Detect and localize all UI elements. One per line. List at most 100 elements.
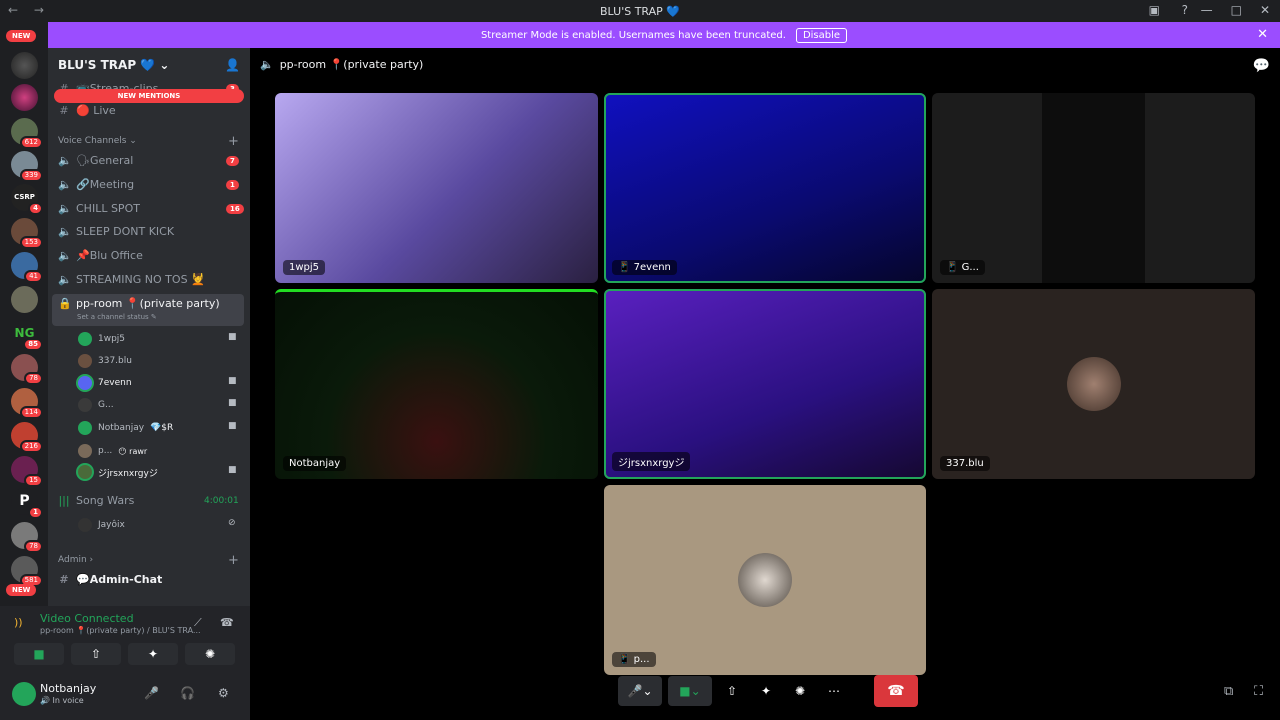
video-tile[interactable]: ジjrsxnxrgyジ bbox=[604, 289, 926, 479]
server-icon[interactable] bbox=[11, 52, 38, 79]
channel-song-wars[interactable]: ||| Song Wars bbox=[58, 494, 134, 507]
server-icon[interactable]: 114 bbox=[11, 388, 43, 419]
channel-sleep-dont-kick[interactable]: 🔈 SLEEP DONT KICK bbox=[58, 225, 174, 238]
soundboard-button[interactable]: ✺ bbox=[185, 643, 235, 665]
popout-icon[interactable]: ⧉ bbox=[1224, 684, 1233, 699]
category-voice-channels[interactable]: Voice Channels ⌄ bbox=[58, 136, 137, 146]
microphone-icon[interactable]: 🎤 bbox=[144, 686, 159, 700]
help-icon[interactable]: ? bbox=[1182, 3, 1188, 17]
new-pill-bottom[interactable]: NEW bbox=[6, 584, 37, 596]
server-icon[interactable]: 41 bbox=[11, 252, 43, 283]
disconnect-button[interactable]: ☎ bbox=[874, 675, 918, 707]
streamer-mode-banner: Streamer Mode is enabled. Usernames have… bbox=[48, 22, 1280, 48]
disconnect-icon[interactable]: ☎ bbox=[220, 616, 234, 629]
voice-user[interactable]: ジjrsxnxrgyジ bbox=[78, 465, 158, 479]
user-avatar bbox=[1066, 357, 1121, 411]
maximize-icon[interactable]: □ bbox=[1231, 3, 1242, 17]
new-mentions-pill[interactable]: NEW MENTIONS bbox=[54, 89, 244, 103]
channel-streaming-no-tos[interactable]: 🔈 STREAMING NO TOS 💆 bbox=[58, 273, 205, 286]
voice-user[interactable]: Notbanjay 💎$R bbox=[78, 421, 173, 435]
server-icon[interactable]: NG 85 bbox=[11, 320, 43, 351]
channel-admin-chat[interactable]: # 💬Admin-Chat bbox=[58, 573, 162, 586]
channel-chill-spot[interactable]: 🔈 CHILL SPOT 16 bbox=[58, 202, 244, 215]
add-channel-icon[interactable]: + bbox=[228, 553, 239, 568]
username: ジjrsxnxrgyジ bbox=[98, 468, 158, 479]
screen-share-icon[interactable]: ⇧ bbox=[718, 676, 746, 706]
hash-icon: # bbox=[59, 104, 69, 117]
channel-label: Song Wars bbox=[76, 494, 135, 507]
title-bar: ← → BLU'S TRAP 💙 ▣ ? — □ ✕ bbox=[0, 0, 1280, 22]
voice-user[interactable]: Jayôix bbox=[78, 518, 125, 532]
video-tile[interactable]: 📱 G... bbox=[932, 93, 1255, 283]
muted-icon: ⊘ bbox=[228, 518, 236, 528]
channel-pp-room[interactable]: 🔒 pp-room 📍(private party) bbox=[58, 297, 220, 310]
voice-connected-label[interactable]: Video Connected bbox=[40, 612, 134, 625]
minimize-icon[interactable]: — bbox=[1201, 3, 1213, 17]
channel-label: 💬Admin-Chat bbox=[76, 573, 163, 586]
voice-connected-channel[interactable]: pp-room 📍(private party) / BLU'S TRA... bbox=[40, 626, 201, 635]
server-icon[interactable]: 339 bbox=[11, 151, 43, 182]
soundboard-icon[interactable]: ✺ bbox=[786, 676, 814, 706]
add-channel-icon[interactable]: + bbox=[228, 134, 239, 149]
user-avatar[interactable] bbox=[12, 682, 36, 706]
video-tile[interactable]: Notbanjay bbox=[275, 289, 598, 479]
headset-icon[interactable]: 🎧 bbox=[180, 686, 195, 700]
channel-status[interactable]: Set a channel status ✎ bbox=[77, 313, 157, 321]
add-friend-icon[interactable]: 👤 bbox=[225, 58, 240, 72]
username: 337.blu bbox=[98, 356, 132, 366]
voice-user[interactable]: p... 😶 rawr bbox=[78, 444, 147, 458]
voice-user[interactable]: 1wpj5 bbox=[78, 332, 125, 346]
category-admin[interactable]: Admin › bbox=[58, 555, 93, 565]
server-icon[interactable]: P1 bbox=[11, 488, 43, 519]
chat-icon[interactable]: 💬 bbox=[1253, 58, 1270, 74]
video-tile[interactable]: 📱 7evenn bbox=[604, 93, 926, 283]
close-window-icon[interactable]: ✕ bbox=[1260, 3, 1270, 17]
server-icon[interactable]: 216 bbox=[11, 422, 43, 453]
user-name[interactable]: Notbanjay bbox=[40, 682, 96, 695]
server-icon[interactable]: 15 bbox=[11, 456, 43, 487]
server-icon[interactable] bbox=[11, 286, 38, 313]
server-icon[interactable]: CSRP 4 bbox=[11, 184, 43, 215]
channel-general[interactable]: 🔈 🗣General 7 bbox=[58, 154, 239, 167]
video-tile[interactable]: 1wpj5 bbox=[275, 93, 598, 283]
server-icon[interactable]: 612 bbox=[11, 118, 43, 149]
inbox-icon[interactable]: ▣ bbox=[1149, 3, 1160, 17]
camera-toggle-button[interactable]: ■⌄ bbox=[668, 676, 712, 706]
avatar bbox=[78, 421, 92, 435]
tile-label: 📱 G... bbox=[940, 260, 985, 275]
voice-user[interactable]: G... bbox=[78, 398, 114, 412]
fullscreen-icon[interactable]: ⛶ bbox=[1254, 684, 1263, 699]
mute-button[interactable]: 🎤⌄ bbox=[618, 676, 662, 706]
settings-gear-icon[interactable]: ⚙ bbox=[218, 686, 229, 700]
channel-title: pp-room 📍(private party) bbox=[279, 58, 424, 71]
disable-streamer-button[interactable]: Disable bbox=[795, 27, 848, 43]
channel-live[interactable]: # 🔴 Live bbox=[58, 104, 115, 117]
close-banner-icon[interactable]: ✕ bbox=[1257, 27, 1268, 42]
video-tile[interactable]: 📱 p... bbox=[604, 485, 926, 675]
unread-badge: 216 bbox=[19, 440, 43, 453]
server-icon[interactable]: 581 bbox=[11, 556, 43, 587]
new-pill-top[interactable]: NEW bbox=[6, 30, 37, 42]
camera-button[interactable]: ■ bbox=[14, 643, 64, 665]
voice-user[interactable]: 337.blu bbox=[78, 354, 132, 368]
voice-user[interactable]: 7evenn bbox=[78, 376, 132, 390]
server-icon[interactable]: 78 bbox=[11, 522, 43, 553]
video-tile[interactable]: 337.blu bbox=[932, 289, 1255, 479]
avatar bbox=[78, 518, 92, 532]
server-name[interactable]: BLU'S TRAP 💙 ⌄ bbox=[58, 58, 169, 72]
more-icon[interactable]: ⋯ bbox=[820, 676, 848, 706]
unread-badge: 41 bbox=[24, 270, 43, 283]
activities-icon[interactable]: ✦ bbox=[752, 676, 780, 706]
server-icon[interactable]: 78 bbox=[11, 354, 43, 385]
unread-badge: 7 bbox=[226, 155, 239, 166]
channel-meeting[interactable]: 🔈 🔗Meeting 1 bbox=[58, 178, 239, 191]
nav-arrows[interactable]: ← → bbox=[8, 3, 50, 17]
window-title: BLU'S TRAP 💙 bbox=[600, 4, 680, 18]
channel-blu-office[interactable]: 🔈 📌Blu Office bbox=[58, 249, 143, 262]
activities-button[interactable]: ✦ bbox=[128, 643, 178, 665]
server-icon[interactable]: 153 bbox=[11, 218, 43, 249]
screen-share-button[interactable]: ⇧ bbox=[71, 643, 121, 665]
noise-suppression-icon[interactable]: ⟋ bbox=[194, 616, 202, 630]
camera-icon: ■ bbox=[228, 376, 237, 386]
server-icon[interactable] bbox=[11, 84, 38, 111]
